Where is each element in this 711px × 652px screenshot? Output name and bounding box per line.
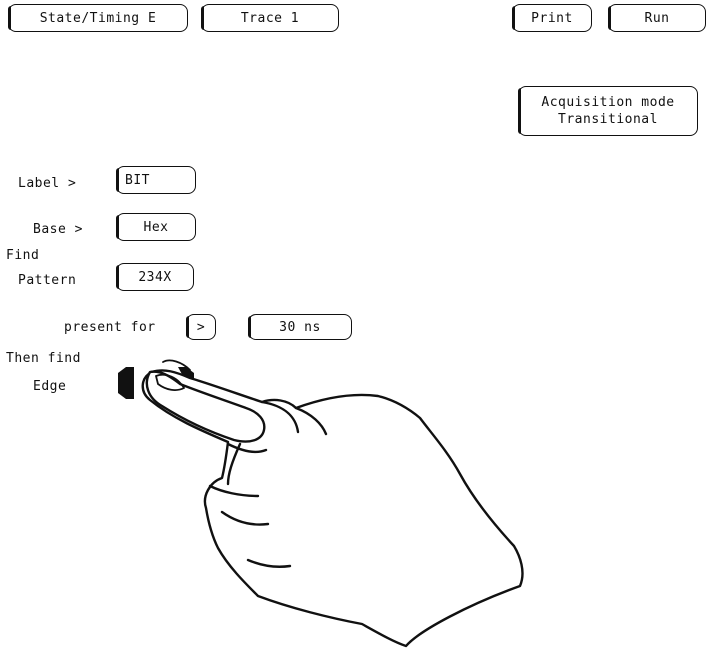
base-value: Hex	[143, 219, 169, 235]
label-value: BIT	[125, 172, 150, 188]
present-for-duration-field[interactable]: 30 ns	[248, 314, 352, 340]
acquisition-mode-title: Acquisition mode	[541, 95, 675, 110]
trace-select-button[interactable]: Trace 1	[201, 4, 339, 32]
label-caption: Label >	[18, 176, 77, 191]
edge-field-graphic	[118, 367, 194, 399]
trace-select-label: Trace 1	[240, 10, 300, 26]
find-caption: Find	[6, 248, 40, 263]
menu-select-label: State/Timing E	[39, 10, 157, 26]
acquisition-mode-button[interactable]: Acquisition mode Transitional	[518, 86, 698, 136]
run-button[interactable]: Run	[608, 4, 706, 32]
present-for-caption: present for	[64, 320, 156, 335]
pattern-value: 234X	[138, 269, 172, 285]
edge-caption: Edge	[33, 379, 67, 394]
menu-select-button[interactable]: State/Timing E	[8, 4, 188, 32]
base-caption: Base >	[33, 222, 83, 237]
print-label: Print	[531, 10, 573, 26]
present-for-duration: 30 ns	[279, 319, 321, 335]
pattern-caption: Pattern	[18, 273, 77, 288]
run-label: Run	[644, 10, 670, 26]
pattern-field[interactable]: 234X	[116, 263, 194, 291]
label-field[interactable]: BIT	[116, 166, 196, 194]
print-button[interactable]: Print	[512, 4, 592, 32]
present-for-operator: >	[196, 319, 206, 335]
acquisition-mode-value: Transitional	[558, 112, 658, 127]
present-for-operator-button[interactable]: >	[186, 314, 216, 340]
edge-field[interactable]	[116, 366, 196, 400]
base-field[interactable]: Hex	[116, 213, 196, 241]
then-find-caption: Then find	[6, 351, 81, 366]
